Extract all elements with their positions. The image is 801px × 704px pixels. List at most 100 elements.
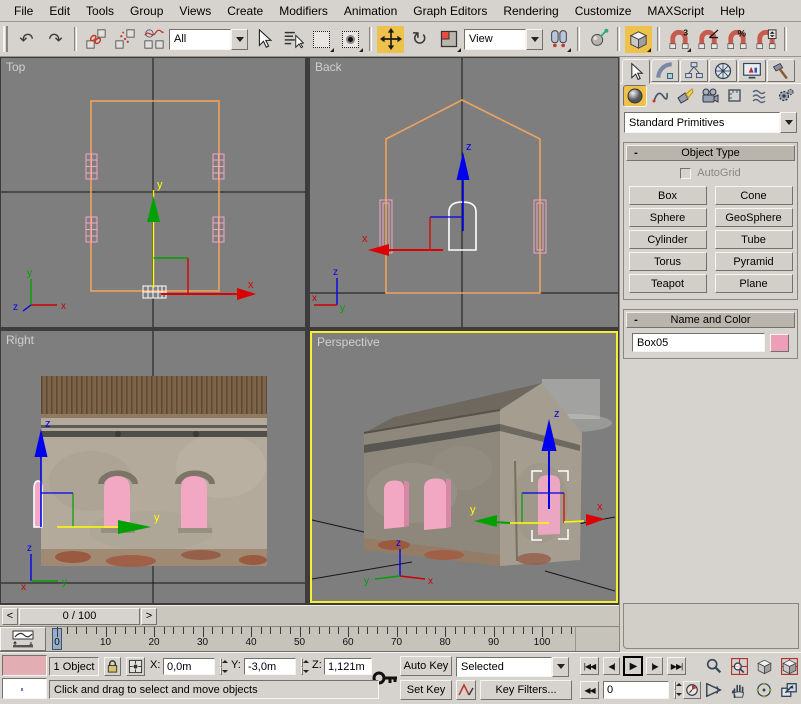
viewport-top-label[interactable]: Top (6, 60, 25, 74)
key-selection-combo[interactable]: Selected (456, 656, 569, 677)
go-to-end-button[interactable]: ▶▶| (667, 657, 686, 675)
object-category-combo[interactable]: Standard Primitives (624, 112, 797, 133)
menu-create[interactable]: Create (219, 1, 271, 21)
toolbar-grip[interactable] (3, 26, 8, 52)
menu-file[interactable]: File (6, 1, 41, 21)
autogrid-checkbox[interactable] (680, 167, 692, 179)
menu-rendering[interactable]: Rendering (495, 1, 566, 21)
redo-button[interactable]: ↷ (42, 25, 69, 53)
coord-x-spinner[interactable] (215, 658, 228, 675)
trackbar-ruler[interactable]: 0 10 20 30 40 50 60 70 80 90 100 (48, 627, 576, 651)
snaps-toggle[interactable]: 3 (665, 25, 692, 53)
viewport-perspective-canvas[interactable]: z y x z x y (312, 333, 615, 600)
reference-coordsys-arrow[interactable] (526, 28, 543, 50)
select-and-rotate-button[interactable]: ↻ (406, 25, 433, 53)
viewport-perspective-label[interactable]: Perspective (317, 335, 380, 349)
category-systems[interactable] (773, 85, 797, 107)
coord-y-input[interactable]: -3,0m (244, 658, 296, 675)
current-frame-input[interactable]: 0 (603, 681, 669, 699)
reference-coordsys-combo[interactable]: View (464, 28, 543, 50)
tab-create[interactable] (622, 59, 650, 84)
category-helpers[interactable] (723, 85, 747, 107)
rectangular-selection-region-button[interactable] (308, 25, 335, 53)
selection-filter-arrow[interactable] (231, 28, 248, 50)
zoom-all-button[interactable] (728, 655, 750, 677)
field-of-view-button[interactable] (703, 679, 725, 701)
undo-button[interactable]: ↶ (13, 25, 40, 53)
object-type-rollout-header[interactable]: - Object Type (626, 145, 795, 161)
window-crossing-toggle[interactable] (337, 25, 364, 53)
object-name-input[interactable]: Box05 (632, 333, 765, 352)
pan-button[interactable] (728, 679, 750, 701)
key-mode-toggle[interactable]: ◀◀ (580, 681, 599, 699)
current-frame-spinner[interactable] (669, 681, 682, 699)
min-max-toggle-button[interactable] (778, 679, 800, 701)
select-and-link-button[interactable] (82, 25, 109, 53)
menu-customize[interactable]: Customize (567, 1, 640, 21)
zoom-extents-all-button[interactable] (778, 655, 800, 677)
viewport-back[interactable]: Back z x z x y (310, 58, 618, 327)
key-filters-button[interactable]: Key Filters... (480, 680, 572, 700)
select-and-move-button[interactable] (377, 25, 404, 53)
object-category-arrow[interactable] (780, 112, 797, 133)
object-type-box-button[interactable]: Box (628, 186, 707, 205)
menu-maxscript[interactable]: MAXScript (639, 1, 712, 21)
object-type-sphere-button[interactable]: Sphere (628, 208, 707, 227)
object-color-swatch[interactable] (770, 333, 789, 352)
viewport-right[interactable]: Right z y z y x (1, 331, 305, 603)
tab-utilities[interactable] (767, 59, 795, 82)
viewport-right-label[interactable]: Right (6, 333, 34, 347)
menu-views[interactable]: Views (171, 1, 219, 21)
default-tangent-button[interactable] (456, 680, 476, 700)
time-configuration-button[interactable] (683, 681, 701, 699)
select-object-button[interactable] (250, 25, 277, 53)
category-geometry[interactable] (623, 85, 647, 107)
viewport-back-canvas[interactable]: z x z x y (310, 58, 618, 327)
selection-filter-combo[interactable]: All (169, 28, 248, 50)
zoom-button[interactable] (703, 655, 725, 677)
viewport-top-canvas[interactable]: y x y x z (1, 58, 305, 327)
menu-tools[interactable]: Tools (78, 1, 122, 21)
menu-graph-editors[interactable]: Graph Editors (405, 1, 495, 21)
macro-recorder-pane[interactable] (2, 655, 47, 676)
viewport-top[interactable]: Top y x y x z (1, 58, 305, 327)
time-slider-step-forward[interactable]: > (141, 608, 157, 625)
angle-snap-toggle[interactable] (694, 25, 721, 53)
time-slider-handle[interactable]: 0 / 100 (19, 608, 140, 625)
category-spacewarps[interactable] (748, 85, 772, 107)
unlink-selection-button[interactable] (111, 25, 138, 53)
arc-rotate-button[interactable] (753, 679, 775, 701)
open-mini-curve-editor-button[interactable] (0, 627, 46, 651)
tab-motion[interactable] (709, 59, 737, 82)
menu-animation[interactable]: Animation (336, 1, 405, 21)
use-pivot-point-center-button[interactable] (545, 25, 572, 53)
object-type-teapot-button[interactable]: Teapot (628, 274, 707, 293)
time-slider-step-back[interactable]: < (2, 608, 18, 625)
category-lights[interactable] (673, 85, 697, 107)
viewport-perspective[interactable]: Perspective z y x z x y (310, 331, 618, 603)
maxscript-listener-pane[interactable] (2, 678, 47, 699)
next-frame-button[interactable]: |▶ (646, 657, 663, 675)
previous-frame-button[interactable]: ◀| (603, 657, 620, 675)
go-to-start-button[interactable]: |◀◀ (580, 657, 599, 675)
tab-hierarchy[interactable] (680, 59, 708, 82)
select-and-scale-button[interactable] (435, 25, 462, 53)
name-and-color-rollout-header[interactable]: - Name and Color (626, 312, 795, 328)
category-cameras[interactable] (698, 85, 722, 107)
object-type-cylinder-button[interactable]: Cylinder (628, 230, 707, 249)
object-type-cone-button[interactable]: Cone (714, 186, 793, 205)
bind-to-spacewarp-button[interactable] (140, 25, 167, 53)
zoom-extents-button[interactable] (753, 655, 775, 677)
play-animation-button[interactable]: ▶ (623, 656, 643, 676)
object-type-plane-button[interactable]: Plane (714, 274, 793, 293)
object-type-torus-button[interactable]: Torus (628, 252, 707, 271)
menu-group[interactable]: Group (122, 1, 171, 21)
key-selection-arrow[interactable] (552, 656, 569, 677)
select-by-name-button[interactable] (279, 25, 306, 53)
coord-x-input[interactable]: 0,0m (163, 658, 215, 675)
tab-modify[interactable] (651, 59, 679, 82)
selection-lock-toggle[interactable] (104, 657, 121, 676)
object-type-tube-button[interactable]: Tube (714, 230, 793, 249)
move-gizmo-top[interactable]: y x (147, 179, 256, 300)
category-shapes[interactable] (648, 85, 672, 107)
